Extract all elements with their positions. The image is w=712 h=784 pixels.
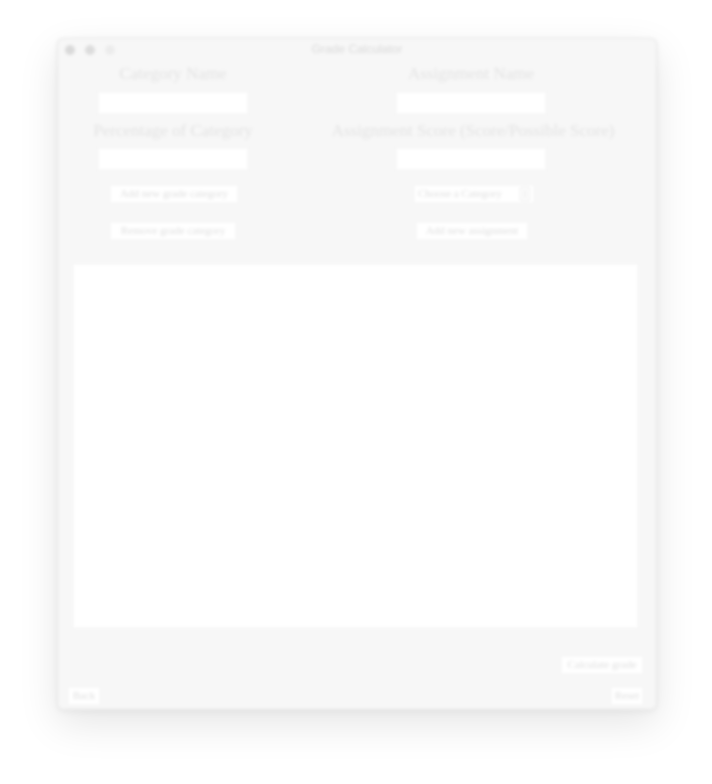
assignment-name-input[interactable] [395, 91, 547, 115]
category-select[interactable]: Choose a Category [413, 184, 535, 204]
up-down-stepper-icon[interactable] [520, 187, 530, 201]
screen: Grade Calculator Category Name Percentag… [0, 0, 712, 784]
grades-display-area[interactable] [72, 263, 639, 629]
window-title: Grade Calculator [311, 42, 403, 56]
add-assignment-button[interactable]: Add new assignment [415, 221, 529, 241]
category-select-value: Choose a Category [418, 188, 502, 200]
grade-calculator-window: Grade Calculator Category Name Percentag… [57, 38, 657, 710]
calculate-grade-button[interactable]: Calculate grade [560, 655, 644, 675]
remove-category-button[interactable]: Remove grade category [109, 221, 237, 241]
category-name-label: Category Name [119, 64, 227, 83]
category-percentage-input[interactable] [97, 147, 249, 171]
reset-button[interactable]: Reset [610, 686, 644, 706]
assignment-name-label: Assignment Name [407, 64, 535, 83]
assignment-score-input[interactable] [395, 147, 547, 171]
back-button[interactable]: Back [67, 686, 101, 706]
category-percentage-label: Percentage of Category [93, 121, 253, 140]
title-bar[interactable]: Grade Calculator [58, 39, 656, 61]
assignment-score-label: Assignment Score (Score/Possible Score) [331, 121, 615, 140]
category-name-input[interactable] [97, 91, 249, 115]
add-category-button[interactable]: Add new grade category [109, 184, 239, 204]
